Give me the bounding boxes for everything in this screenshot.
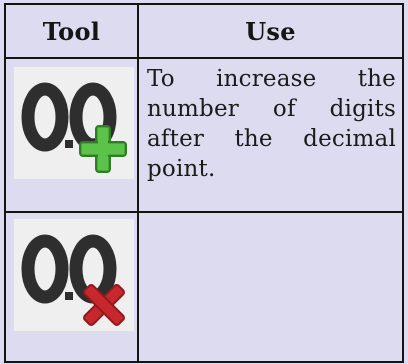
use-description — [139, 213, 402, 218]
use-description: To increase the number of digits after t… — [147, 66, 396, 182]
decrease-decimal-icon — [14, 219, 134, 331]
tools-table: Tool Use To increase the number of digit… — [4, 3, 404, 363]
document-page: Tool Use To increase the number of digit… — [0, 0, 408, 364]
use-cell: To increase the number of digits after t… — [137, 57, 404, 213]
tool-cell — [4, 57, 139, 213]
tool-cell — [4, 211, 139, 363]
table-row — [4, 211, 404, 363]
increase-decimal-icon-graphic — [14, 67, 134, 179]
decrease-decimal-icon-graphic — [14, 219, 134, 331]
increase-decimal-icon — [14, 67, 134, 179]
table-header-row: Tool Use — [4, 3, 404, 59]
header-use: Use — [137, 3, 404, 59]
table-row: To increase the number of digits after t… — [4, 57, 404, 213]
header-tool: Tool — [4, 3, 139, 59]
use-cell — [137, 211, 404, 363]
